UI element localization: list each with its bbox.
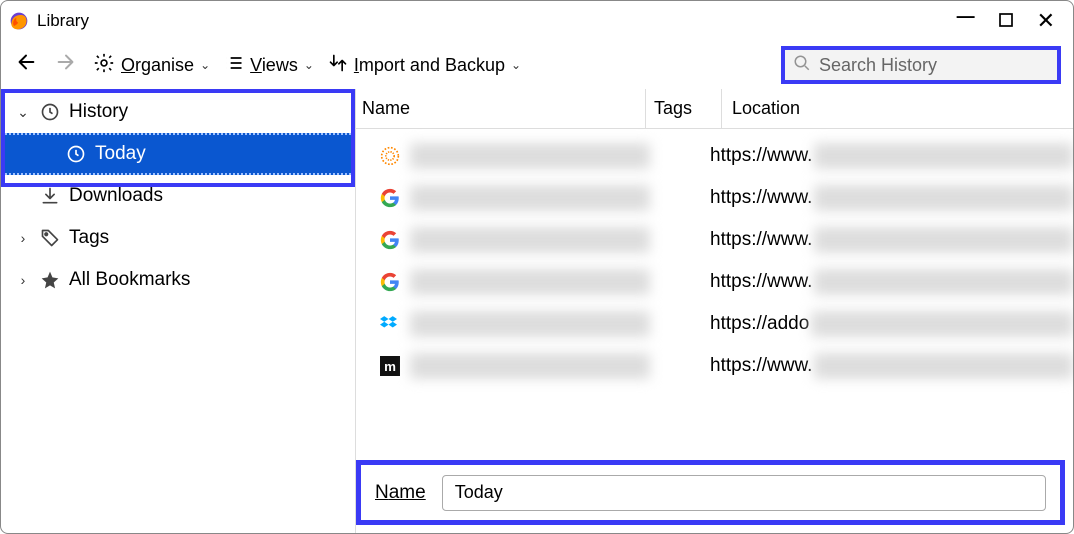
close-button[interactable]: ✕ <box>1037 8 1055 34</box>
list-icon <box>224 53 244 78</box>
details-name-input[interactable] <box>442 475 1046 511</box>
row-location: https://www. <box>710 143 1073 169</box>
history-rows: https://www. https://www. https://www. http… <box>356 129 1073 460</box>
maximize-button[interactable] <box>999 11 1013 32</box>
library-window: Library — ✕ Organise ⌄ <box>0 0 1074 534</box>
sidebar-item-downloads[interactable]: Downloads <box>1 175 355 217</box>
import-export-icon <box>328 53 348 78</box>
details-name-label: Name <box>375 482 426 504</box>
history-row[interactable]: https://www. <box>376 261 1073 303</box>
chevron-down-icon: ⌄ <box>15 104 31 121</box>
column-location[interactable]: Location <box>722 89 1073 128</box>
chevron-right-icon: › <box>15 230 31 246</box>
row-name-blurred <box>410 185 650 211</box>
minimize-button[interactable]: — <box>957 6 975 27</box>
history-row[interactable]: m https://www. <box>376 345 1073 387</box>
download-icon <box>39 186 61 206</box>
google-icon <box>376 230 404 250</box>
svg-text:m: m <box>384 359 396 374</box>
organise-menu[interactable]: Organise ⌄ <box>93 52 210 79</box>
chevron-down-icon: ⌄ <box>511 58 521 72</box>
content-area: Name Tags Location https://www.https://w… <box>355 89 1073 533</box>
thomson-reuters-icon <box>376 146 404 166</box>
forward-button[interactable] <box>53 51 79 80</box>
row-location: https://www. <box>710 185 1073 211</box>
tag-icon <box>39 228 61 248</box>
chevron-down-icon: ⌄ <box>304 58 314 72</box>
m-icon-icon: m <box>376 356 404 376</box>
firefox-icon <box>9 11 29 31</box>
sidebar-item-today[interactable]: Today <box>1 133 355 175</box>
dropbox-icon <box>376 314 404 334</box>
window-title: Library <box>37 11 89 31</box>
views-menu[interactable]: Views ⌄ <box>224 53 314 78</box>
row-name-blurred <box>410 227 650 253</box>
google-icon <box>376 272 404 292</box>
row-location: https://www. <box>710 269 1073 295</box>
chevron-down-icon: ⌄ <box>200 58 210 72</box>
history-row[interactable]: https://www. <box>376 135 1073 177</box>
history-row[interactable]: https://addo <box>376 303 1073 345</box>
row-name-blurred <box>410 143 650 169</box>
window-controls: — ✕ <box>957 8 1065 34</box>
search-history-box <box>781 46 1061 84</box>
search-input[interactable] <box>819 55 1049 76</box>
column-headers: Name Tags Location <box>356 89 1073 129</box>
row-name-blurred <box>410 311 650 337</box>
search-icon <box>793 54 811 77</box>
column-name[interactable]: Name <box>356 89 646 128</box>
row-location: https://www. <box>710 353 1073 379</box>
sidebar: ⌄ History Today Downloads › <box>1 89 355 533</box>
row-name-blurred <box>410 269 650 295</box>
history-row[interactable]: https://www. <box>376 177 1073 219</box>
import-backup-menu[interactable]: Import and Backup ⌄ <box>328 53 521 78</box>
details-panel: Name <box>356 460 1065 525</box>
sidebar-item-history[interactable]: ⌄ History <box>1 91 355 133</box>
gear-icon <box>93 52 115 79</box>
star-icon <box>39 270 61 290</box>
sidebar-item-all-bookmarks[interactable]: › All Bookmarks <box>1 259 355 301</box>
google-icon <box>376 188 404 208</box>
chevron-right-icon: › <box>15 272 31 288</box>
clock-icon <box>65 144 87 164</box>
toolbar: Organise ⌄ Views ⌄ Import and Backup ⌄ <box>1 41 1073 89</box>
history-row[interactable]: https://www. <box>376 219 1073 261</box>
clock-icon <box>39 102 61 122</box>
back-button[interactable] <box>13 51 39 80</box>
row-location: https://addo <box>710 311 1073 337</box>
row-location: https://www. <box>710 227 1073 253</box>
sidebar-item-tags[interactable]: › Tags <box>1 217 355 259</box>
column-tags[interactable]: Tags <box>646 89 722 128</box>
row-name-blurred <box>410 353 650 379</box>
titlebar: Library — ✕ <box>1 1 1073 41</box>
